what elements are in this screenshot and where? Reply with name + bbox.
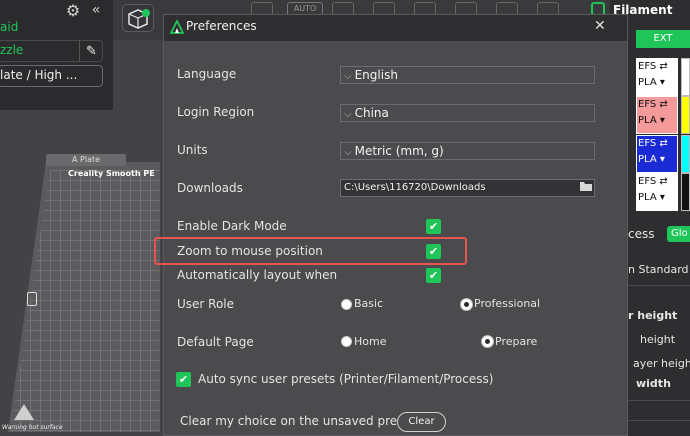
filament-slot-1[interactable]: EFS ⇄ PLA ▾ (636, 58, 678, 96)
slot-4-swatch[interactable] (681, 173, 690, 211)
units-label: Units (177, 143, 208, 157)
downloads-label: Downloads (177, 181, 243, 195)
default-page-home-label[interactable]: Home (354, 335, 386, 348)
user-role-professional-radio[interactable] (461, 299, 472, 310)
login-region-value: China (354, 106, 389, 120)
units-select[interactable]: ⌵ Metric (mm, g) (340, 142, 595, 160)
slot-2-material: PLA ▾ (638, 115, 665, 126)
folder-icon-svg (580, 182, 592, 191)
clear-button[interactable]: Clear (397, 412, 446, 432)
collapse-icon[interactable]: « (92, 2, 100, 18)
slot-1-material: PLA ▾ (638, 77, 665, 88)
creality-logo-icon (170, 20, 184, 34)
auto-layout-checkbox[interactable]: ✔ (426, 268, 441, 283)
slot-4-material: PLA ▾ (638, 192, 665, 203)
slot-3-swatch[interactable] (681, 135, 690, 173)
units-value: Metric (mm, g) (354, 144, 444, 158)
plate-title: Creality Smooth PE (68, 169, 155, 178)
nozzle-marker-icon (27, 292, 37, 306)
filament-slot-3[interactable]: EFS ⇄ PLA ▾ (636, 135, 678, 173)
chevron-down-icon: ⌵ (344, 71, 352, 82)
filament-slot-4[interactable]: EFS ⇄ PLA ▾ (636, 173, 678, 211)
layer-height-heading: r height (628, 309, 678, 322)
dialog-title: Preferences (186, 19, 257, 33)
dark-mode-label: Enable Dark Mode (177, 219, 287, 233)
chevron-down-icon: ⌵ (344, 147, 352, 158)
user-role-label: User Role (177, 297, 235, 311)
close-icon[interactable]: ✕ (594, 18, 606, 34)
process-preset[interactable]: n Standard (628, 263, 689, 276)
filament-slot-2[interactable]: EFS ⇄ PLA ▾ (636, 96, 678, 134)
folder-icon[interactable] (579, 180, 593, 192)
user-role-basic-label[interactable]: Basic (354, 297, 383, 310)
first-layer-height-label: ayer heigh (633, 357, 690, 370)
plate-tab[interactable]: A Plate (46, 154, 126, 166)
default-page-label: Default Page (177, 335, 254, 349)
slot-1-swatch[interactable] (681, 58, 690, 96)
default-page-home-radio[interactable] (341, 336, 352, 347)
warning-text: Warning hot surface (2, 424, 63, 431)
line-width-heading: width (636, 377, 671, 390)
clear-choice-label: Clear my choice on the unsaved presets. (180, 414, 426, 428)
slot-4-type: EFS ⇄ (638, 176, 668, 187)
add-object-icon[interactable] (122, 4, 154, 32)
chevron-down-icon: ⌵ (344, 109, 352, 120)
dark-mode-checkbox[interactable]: ✔ (426, 219, 441, 234)
default-page-prepare-label[interactable]: Prepare (495, 335, 537, 348)
auto-sync-checkbox[interactable]: ✔ (176, 372, 191, 387)
cube-icon (128, 9, 150, 29)
slot-3-material: PLA ▾ (638, 154, 665, 165)
warning-icon (14, 404, 34, 420)
slot-2-type: EFS ⇄ (638, 99, 668, 110)
left-panel-item-2: zzle (0, 43, 24, 57)
user-role-basic-radio[interactable] (341, 299, 352, 310)
default-page-prepare-radio[interactable] (482, 336, 493, 347)
language-value: English (354, 68, 398, 82)
dialog-header: Preferences ✕ (164, 15, 627, 41)
login-region-label: Login Region (177, 105, 255, 119)
slot-3-type: EFS ⇄ (638, 138, 668, 149)
left-panel-item-1: aid (0, 20, 19, 34)
auto-layout-label: Automatically layout when (177, 268, 338, 282)
language-label: Language (177, 67, 237, 81)
layer-height-label: height (640, 333, 676, 346)
gear-icon[interactable]: ⚙ (64, 2, 82, 20)
left-settings-panel: ⚙ « aid zzle ✎ late / High ... (0, 0, 113, 110)
slot-1-type: EFS ⇄ (638, 61, 668, 72)
process-label: cess (628, 227, 655, 241)
zoom-mouse-label: Zoom to mouse position (177, 244, 323, 258)
zoom-mouse-checkbox[interactable]: ✔ (426, 244, 441, 259)
pencil-icon[interactable]: ✎ (79, 40, 103, 62)
preferences-dialog: Preferences ✕ Language ⌵ English Login Re… (154, 14, 628, 436)
downloads-path-field[interactable]: C:\Users\116720\Downloads (340, 179, 595, 197)
user-role-professional-label[interactable]: Professional (474, 297, 540, 310)
global-tab[interactable]: Glo (667, 226, 690, 242)
ext-button[interactable]: EXT (636, 30, 690, 48)
login-region-select[interactable]: ⌵ China (340, 104, 595, 122)
left-panel-item-3: late / High ... (0, 68, 78, 82)
language-select[interactable]: ⌵ English (340, 66, 595, 84)
slot-2-swatch[interactable] (681, 96, 690, 134)
auto-sync-label: Auto sync user presets (Printer/Filament… (198, 372, 494, 386)
